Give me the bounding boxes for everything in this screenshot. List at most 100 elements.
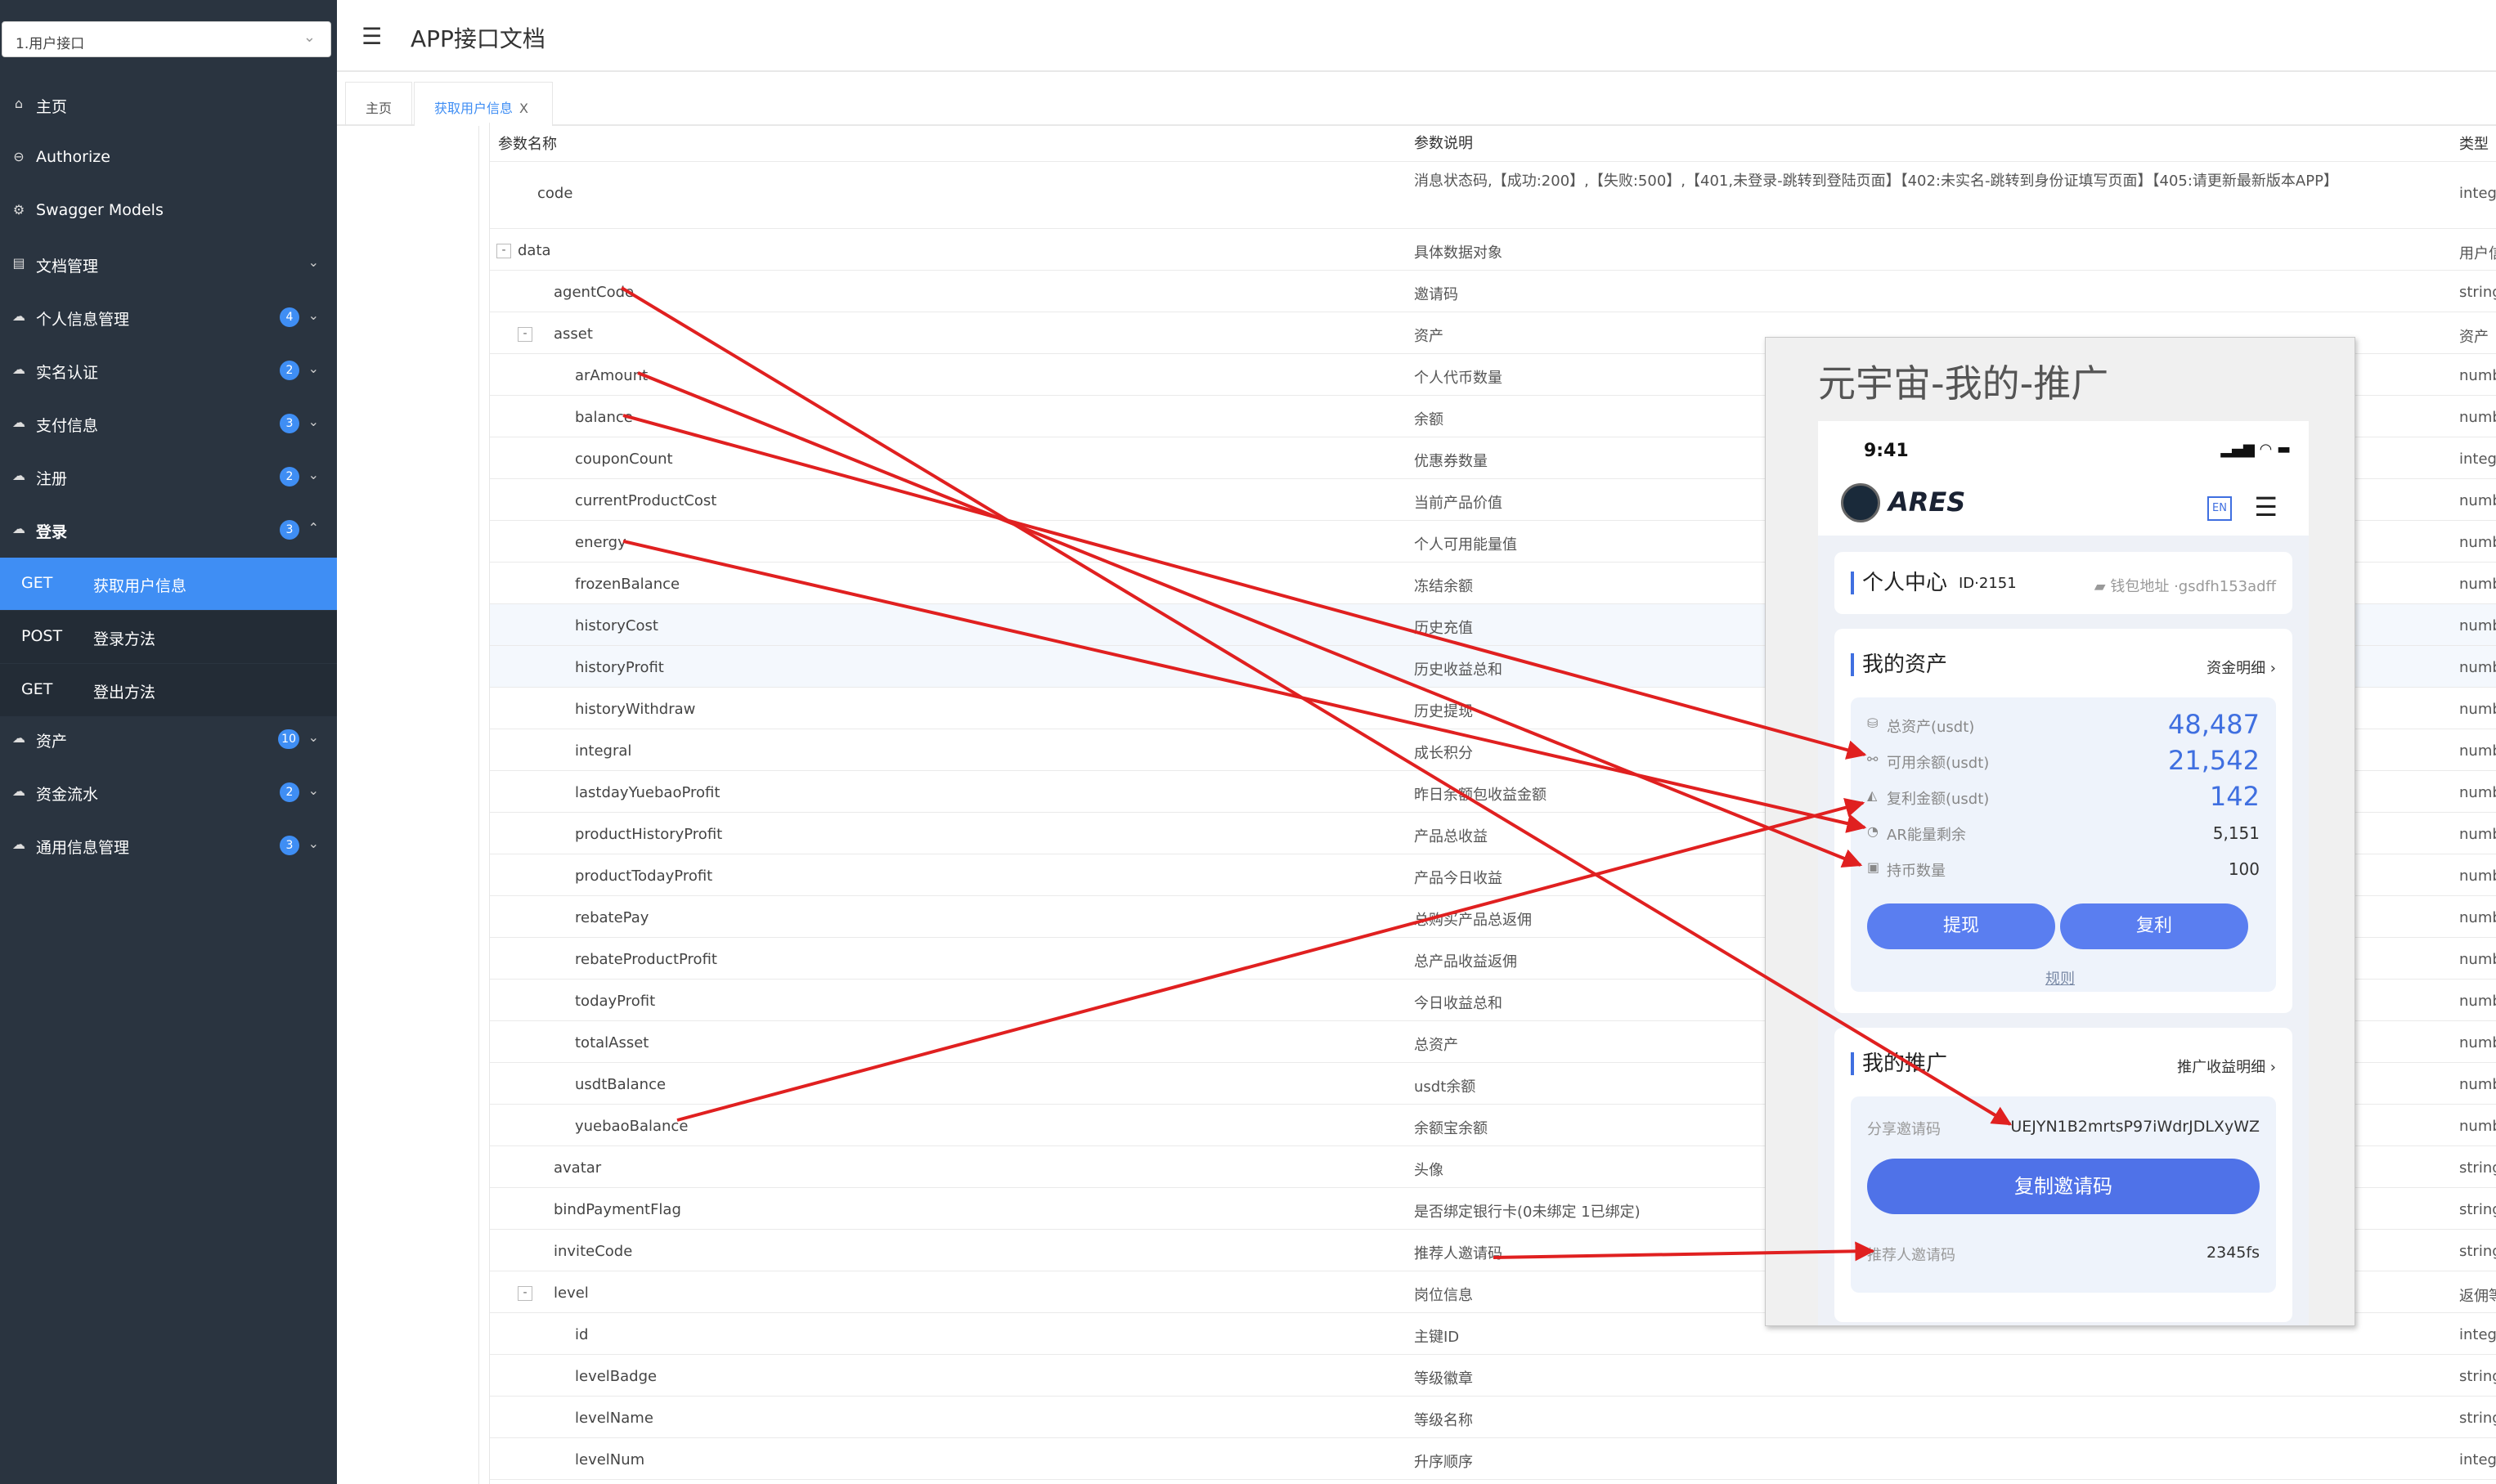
scroll-gutter [451, 126, 479, 1484]
header-param-desc: 参数说明 [1414, 135, 1473, 152]
count-badge: 3 [280, 520, 299, 540]
sidebar-item-authorize[interactable]: ⊖ Authorize [0, 132, 337, 184]
param-type: integer [2459, 185, 2496, 202]
param-name: usdtBalance [575, 1076, 667, 1093]
tab-home[interactable]: 主页 [345, 82, 412, 126]
count-badge: 10 [278, 729, 299, 749]
doc-icon: ▤ [12, 255, 25, 271]
asset-row-available: ⚯ 可用余额(usdt) 21,542 [1867, 743, 2260, 779]
copy-invite-code-button[interactable]: 复制邀请码 [1867, 1159, 2260, 1214]
fund-detail-link[interactable]: 资金明细 › [2206, 657, 2276, 678]
sidebar-item-payment[interactable]: ☁ 支付信息 3 ⌄ [0, 397, 337, 450]
api-group-select[interactable]: 1.用户接口 ⌄ [2, 21, 331, 57]
promotion-detail-link[interactable]: 推广收益明细 › [2177, 1056, 2276, 1077]
sidebar-item-label: 注册 [36, 470, 68, 488]
phone-header: 9:41 ▂▄▆ ◠ ▬ ARES EN ☰ [1818, 421, 2309, 536]
collapse-toggle-icon[interactable]: - [518, 1286, 532, 1301]
sidebar-sub-logout[interactable]: GET 登出方法 [0, 664, 337, 716]
param-name: rebatePay [575, 909, 649, 926]
hamburger-menu-icon[interactable]: ☰ [2254, 491, 2278, 522]
param-name: todayProfit [575, 993, 656, 1010]
invite-code-box: 分享邀请码 UEJYN1B2mrtsP97iWdrJDLXyWZ 复制邀请码 推… [1851, 1096, 2276, 1293]
param-type: number [2459, 659, 2496, 676]
table-row: code 消息状态码,【成功:200】,【失败:500】,【401,未登录-跳转到… [490, 162, 2496, 229]
top-bar: ☰ APP接口文档 [337, 0, 2496, 72]
page-title: APP接口文档 [411, 25, 545, 52]
param-name: totalAsset [575, 1034, 649, 1051]
collapse-toggle-icon[interactable]: - [518, 327, 532, 342]
my-assets-title: 我的资产 [1851, 653, 1947, 676]
sidebar-item-assets[interactable]: ☁ 资产 10 ⌄ [0, 713, 337, 765]
wallet-address: ▰ 钱包地址 ·gsdfh153adff [2094, 575, 2276, 596]
param-type: number [2459, 1034, 2496, 1051]
rules-link[interactable]: 规则 [2045, 967, 2075, 989]
status-time: 9:41 [1864, 441, 1909, 461]
param-type: string [2459, 284, 2496, 301]
table-header-row: 参数名称 参数说明 类型 [490, 123, 2496, 162]
cloud-icon: ☁ [12, 521, 25, 536]
collapse-toggle-icon[interactable]: - [496, 244, 511, 258]
sidebar-item-fund-flow[interactable]: ☁ 资金流水 2 ⌄ [0, 766, 337, 818]
header-param-type: 类型 [2459, 136, 2489, 153]
sidebar-sub-label: 获取用户信息 [93, 577, 187, 595]
param-name: avatar [554, 1159, 602, 1177]
param-name: integral [575, 742, 632, 760]
param-name: level [554, 1284, 589, 1302]
param-name: energy [575, 534, 626, 551]
param-name: levelBadge [575, 1368, 658, 1385]
sidebar-sub-login[interactable]: POST 登录方法 [0, 611, 337, 663]
sidebar-item-home[interactable]: ⌂ 主页 [0, 78, 337, 131]
param-name: inviteCode [554, 1243, 633, 1260]
sidebar-item-profile[interactable]: ☁ 个人信息管理 4 ⌄ [0, 291, 337, 343]
compound-button[interactable]: 复利 [2060, 903, 2248, 949]
param-type: string [2459, 1410, 2496, 1427]
param-name: bindPaymentFlag [554, 1201, 681, 1218]
sidebar-sub-get-user-info[interactable]: GET 获取用户信息 [0, 558, 337, 610]
tab-get-user-info[interactable]: 获取用户信息 X [414, 82, 553, 126]
tab-label: 主页 [366, 101, 393, 116]
param-type: number [2459, 367, 2496, 384]
param-desc: 等级名称 [1414, 1412, 1473, 1429]
share-code-value: UEJYN1B2mrtsP97iWdrJDLXyWZ [2010, 1118, 2260, 1136]
sidebar-item-label: 文档管理 [36, 258, 99, 276]
asset-label: 可用余额(usdt) [1887, 755, 1990, 772]
sidebar-item-common-info[interactable]: ☁ 通用信息管理 3 ⌄ [0, 819, 337, 872]
param-desc: 消息状态码,【成功:200】,【失败:500】,【401,未登录-跳转到登陆页面… [1414, 173, 2338, 190]
param-name: yuebaoBalance [575, 1118, 689, 1135]
sidebar-item-swagger-models[interactable]: ⚙ Swagger Models [0, 185, 337, 237]
sidebar-item-label: 个人信息管理 [36, 311, 130, 329]
param-name: historyWithdraw [575, 701, 696, 718]
param-type: string [2459, 1201, 2496, 1218]
asset-label: 复利金额(usdt) [1887, 791, 1990, 808]
share-icon: ⚯ [1867, 751, 1879, 767]
chart-icon: ◭ [1867, 787, 1878, 803]
sidebar-item-doc-manage[interactable]: ▤ 文档管理 ⌄ [0, 238, 337, 290]
sidebar-item-login[interactable]: ☁ 登录 3 ⌃ [0, 504, 337, 556]
param-name: levelName [575, 1410, 653, 1427]
asset-label: AR能量剩余 [1887, 827, 1966, 844]
asset-value: 100 [2228, 859, 2260, 879]
my-assets-card: 我的资产 资金明细 › ⛁ 总资产(usdt) 48,487 ⚯ 可用余额(us… [1834, 629, 2292, 1013]
param-type: number [2459, 576, 2496, 593]
sidebar-item-realname[interactable]: ☁ 实名认证 2 ⌄ [0, 344, 337, 397]
asset-row-compound: ◭ 复利金额(usdt) 142 [1867, 779, 2260, 815]
chevron-down-icon: ⌄ [308, 729, 319, 745]
menu-toggle-icon[interactable]: ☰ [361, 23, 382, 50]
wallet-address-text: 钱包地址 ·gsdfh153adff [2110, 578, 2276, 595]
http-method: GET [21, 574, 53, 592]
param-name: agentCode [554, 284, 635, 301]
asset-value: 142 [2209, 781, 2260, 812]
param-type: number [2459, 909, 2496, 926]
sidebar-item-register[interactable]: ☁ 注册 2 ⌄ [0, 451, 337, 503]
param-name: couponCount [575, 451, 673, 468]
http-method: POST [21, 627, 63, 645]
cloud-icon: ☁ [12, 783, 25, 799]
asset-label: 持币数量 [1887, 863, 1946, 880]
param-type: number [2459, 617, 2496, 634]
language-toggle[interactable]: EN [2207, 496, 2232, 521]
close-icon[interactable]: X [519, 101, 528, 116]
asset-row-holdings: ▣ 持币数量 100 [1867, 851, 2260, 887]
withdraw-button[interactable]: 提现 [1867, 903, 2055, 949]
param-desc: 等级徽章 [1414, 1370, 1473, 1388]
my-promotion-title: 我的推广 [1851, 1052, 1947, 1075]
